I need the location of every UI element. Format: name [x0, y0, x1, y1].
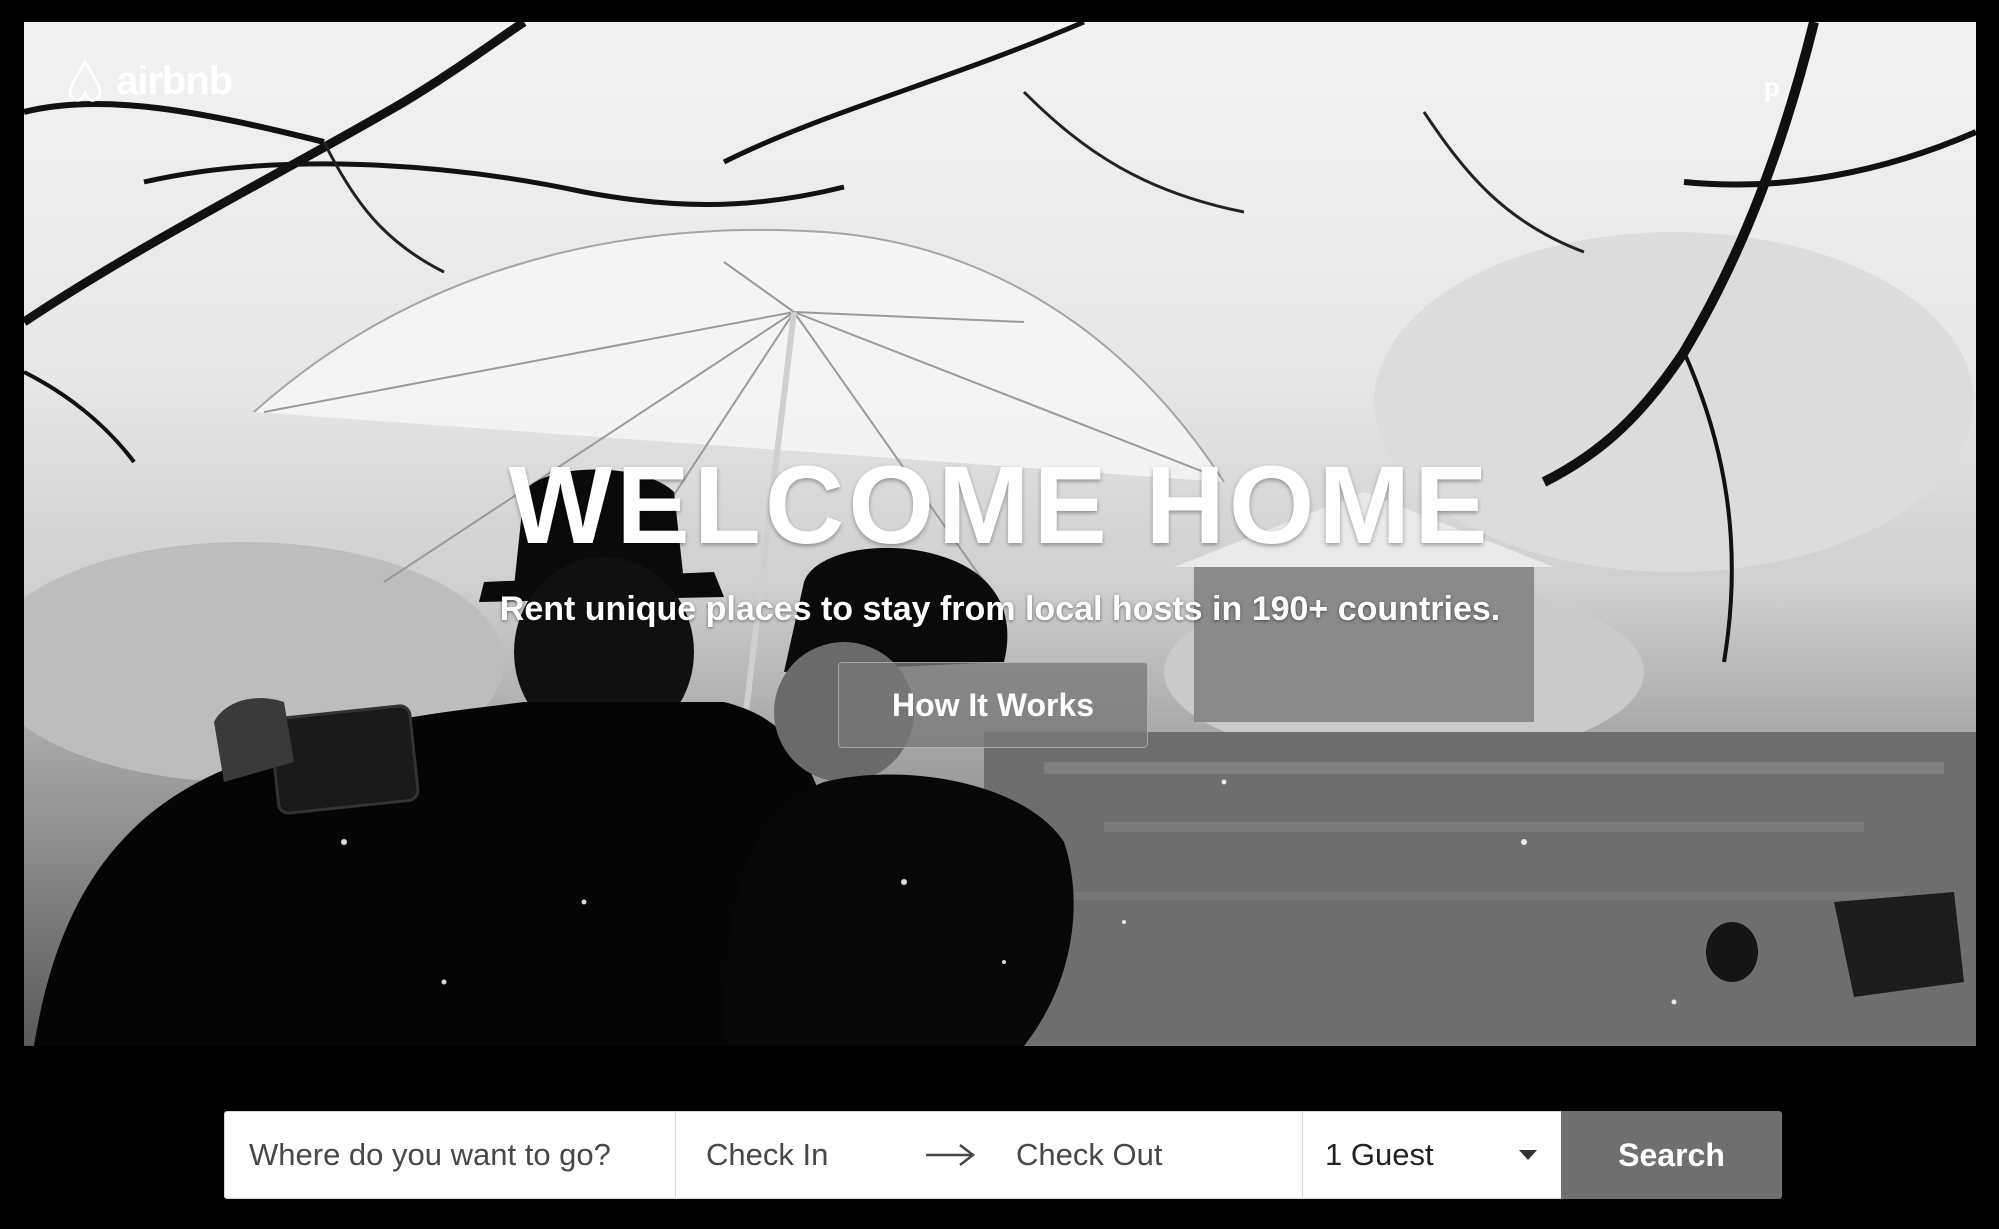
pond-reflection	[1044, 762, 1944, 774]
check-in-field[interactable]: Check In	[706, 1137, 924, 1173]
pond-reflection	[1024, 892, 1904, 900]
brand-logo[interactable]: airbnb	[60, 56, 233, 106]
hero-subtitle: Rent unique places to stay from local ho…	[499, 590, 1501, 628]
pond-rock	[1706, 922, 1758, 982]
destination-input[interactable]	[247, 1136, 671, 1174]
tree-branch	[1422, 111, 1585, 254]
pavilion	[1194, 562, 1534, 722]
guests-value: 1 Guest	[1325, 1137, 1434, 1172]
arrow-right-icon	[924, 1142, 1002, 1168]
caret-down-icon	[1519, 1150, 1537, 1160]
tree-branch	[722, 22, 1085, 165]
header-nav-link[interactable]: p	[1764, 72, 1780, 103]
tree-branch	[1683, 129, 1976, 188]
hero-title: WELCOME HOME	[508, 444, 1492, 567]
pond-rock	[1834, 892, 1964, 997]
guests-select[interactable]: 1 Guest	[1303, 1111, 1561, 1199]
hero-section: airbnb p WELCOME HOME Rent unique places…	[24, 22, 1976, 1046]
pond-reflection	[1104, 822, 1864, 832]
tree-branch	[24, 100, 325, 145]
woman-body	[724, 774, 1074, 1046]
brand-name: airbnb	[116, 58, 233, 103]
check-out-field[interactable]: Check Out	[1016, 1137, 1162, 1173]
pond	[984, 732, 1976, 1046]
destination-field[interactable]	[224, 1111, 676, 1199]
tree-branch	[322, 141, 445, 274]
airbnb-logo-icon	[68, 59, 102, 102]
search-bar: Check In Check Out 1 Guest Search	[224, 1111, 1782, 1199]
tree-branch	[1022, 90, 1245, 214]
date-range-field: Check In Check Out	[676, 1111, 1303, 1199]
how-it-works-button[interactable]: How It Works	[838, 662, 1148, 748]
search-button[interactable]: Search	[1561, 1111, 1782, 1199]
